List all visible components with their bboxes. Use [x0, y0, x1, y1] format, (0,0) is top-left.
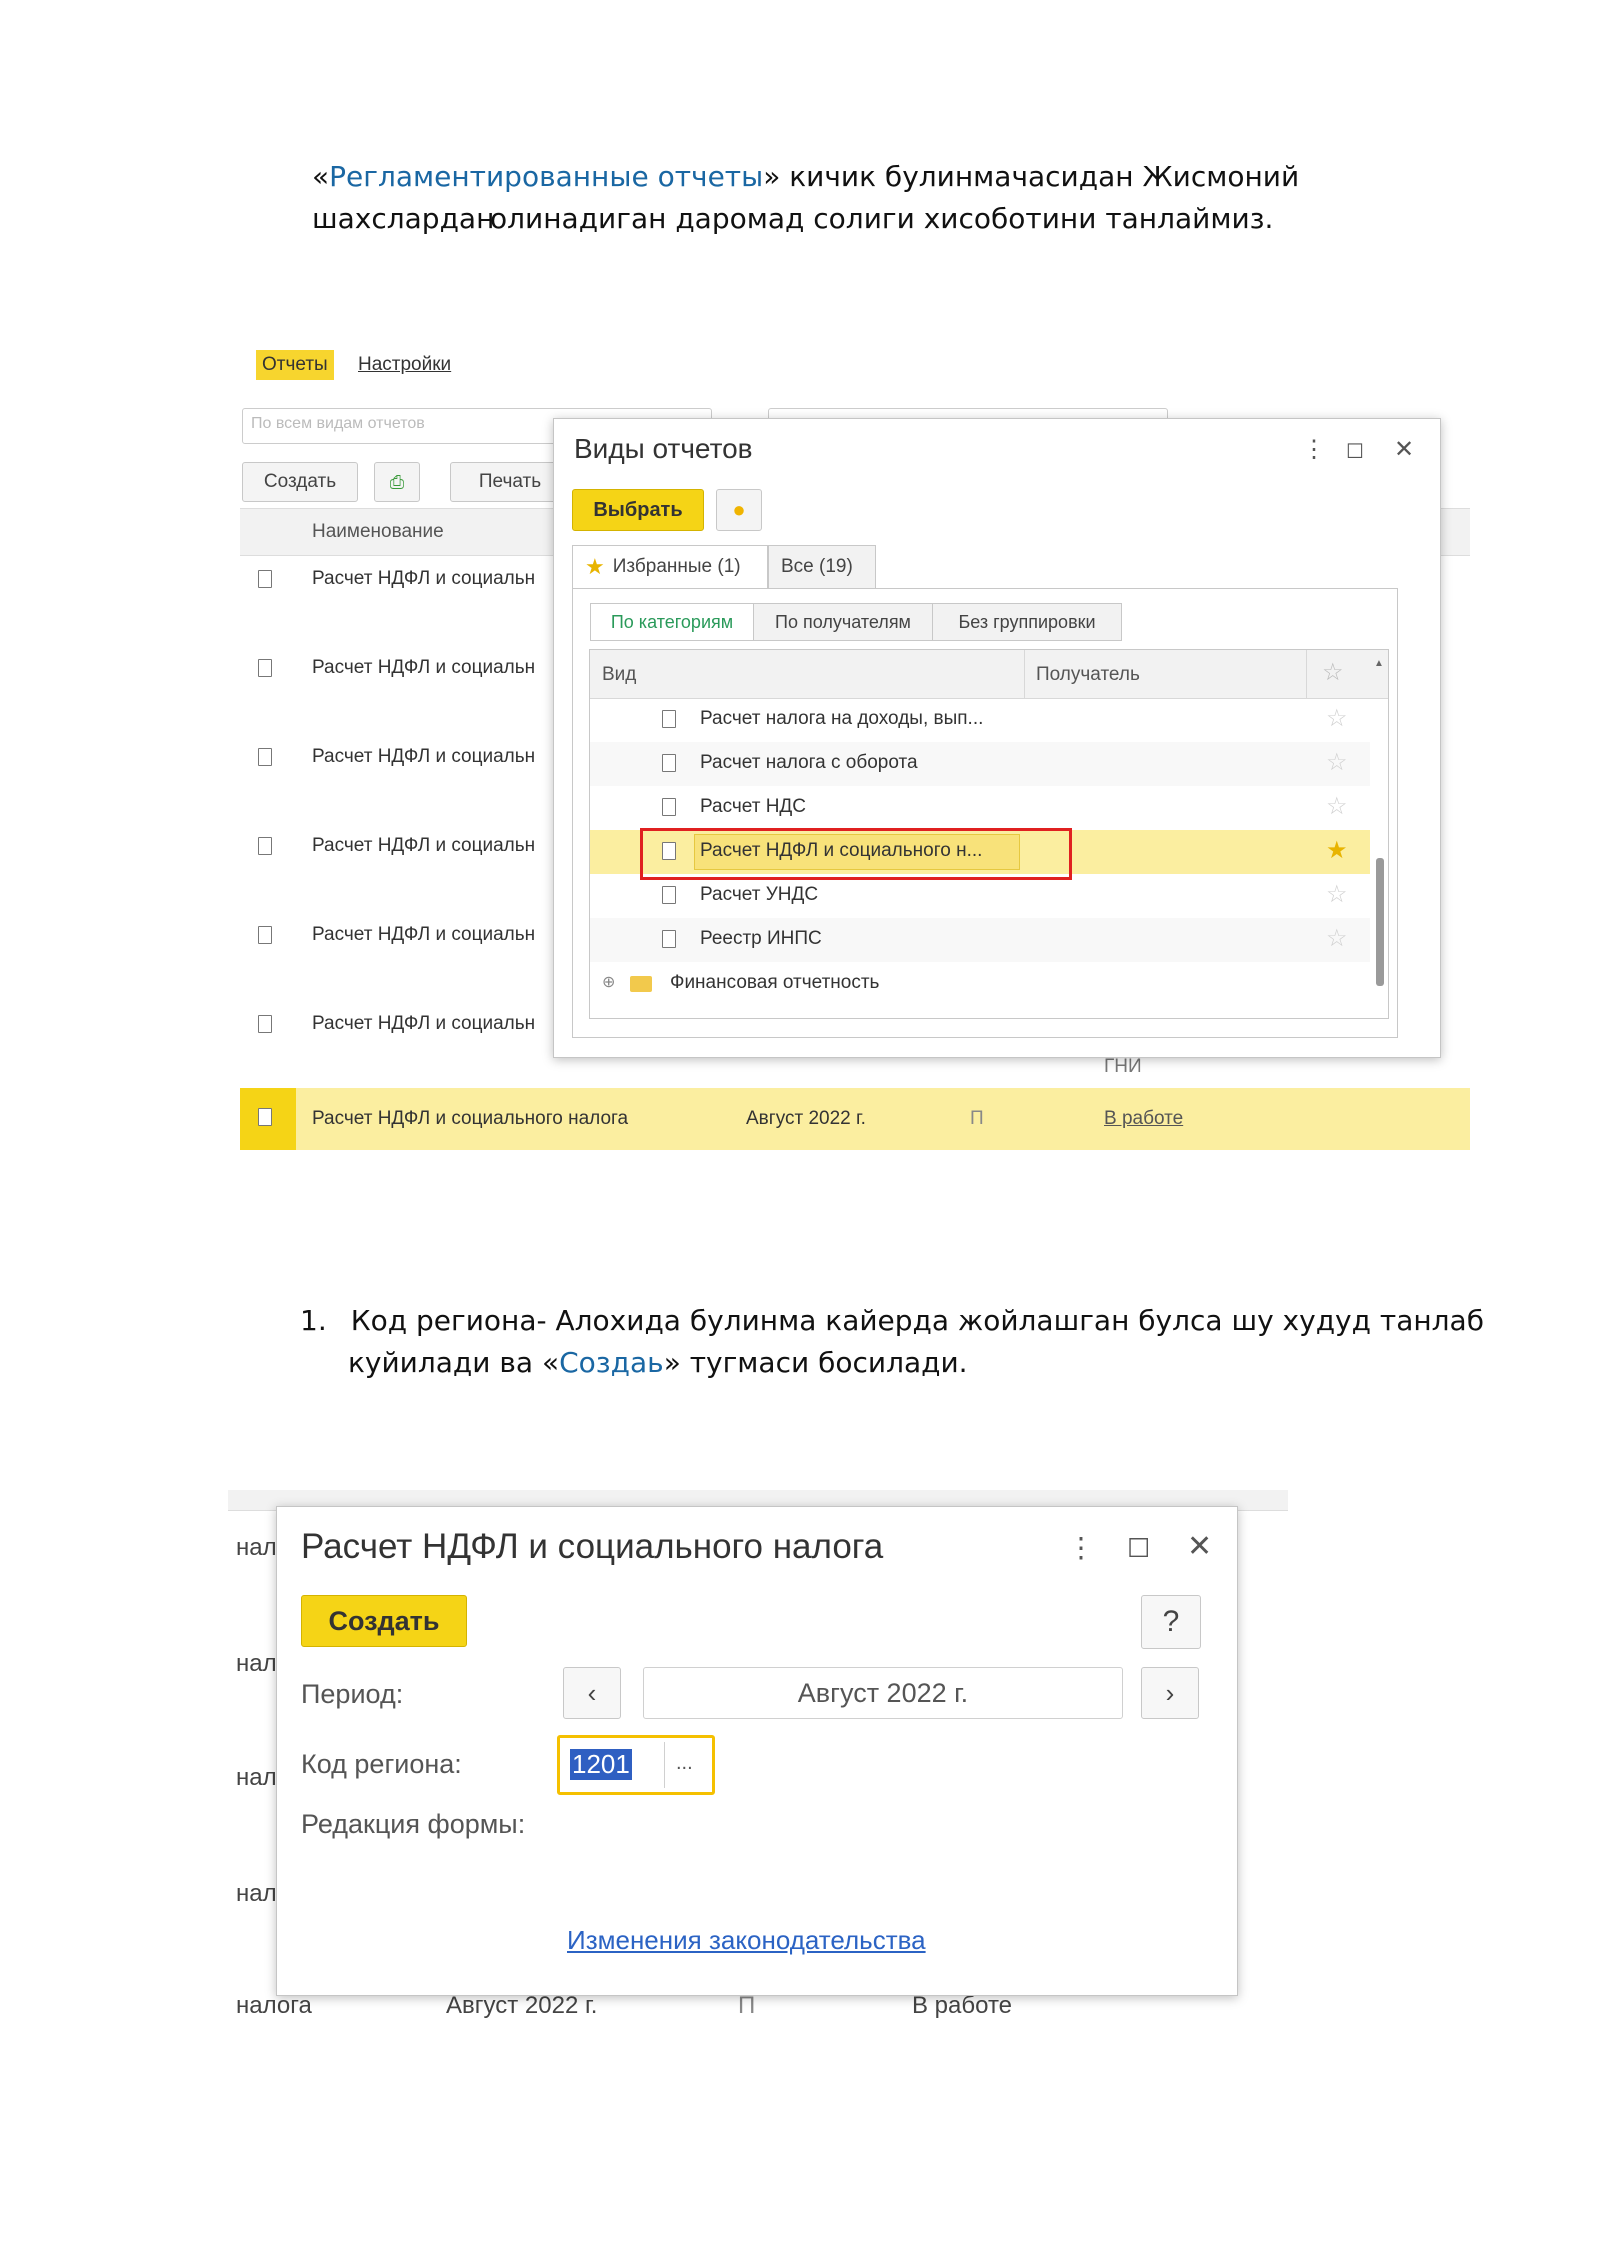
document-icon: [258, 659, 272, 677]
export-icon[interactable]: ⎙: [374, 462, 420, 502]
scroll-up-icon[interactable]: ▲: [1374, 658, 1384, 669]
star-icon[interactable]: ☆: [1326, 704, 1348, 733]
tab-settings[interactable]: Настройки: [352, 350, 457, 380]
column-divider: [1306, 650, 1307, 698]
group-by-category[interactable]: По категориям: [590, 603, 754, 641]
star-icon[interactable]: ☆: [1326, 748, 1348, 777]
grid-row-selected[interactable]: Расчет НДФЛ и социального н... ★: [590, 828, 1370, 880]
background-cell: нал: [236, 1650, 277, 1677]
grid-header: Вид Получатель ☆: [590, 650, 1388, 699]
tab-reports[interactable]: Отчеты: [256, 350, 334, 380]
background-cell: П: [738, 1992, 756, 2019]
star-icon[interactable]: ☆: [1326, 792, 1348, 821]
list-item-selected[interactable]: Расчет НДФЛ и социального налога Август …: [240, 1088, 1470, 1150]
grid-row[interactable]: Расчет налога с оборота ☆: [590, 742, 1370, 786]
grid-row[interactable]: Расчет налога на доходы, вып... ☆: [590, 698, 1370, 742]
region-code-value[interactable]: 1201: [570, 1749, 632, 1780]
star-icon: ★: [585, 554, 605, 579]
period-next-button[interactable]: ›: [1141, 1667, 1199, 1719]
intro-line-2: олинадиган даромад солиги хисоботини тан…: [490, 202, 1274, 235]
star-icon[interactable]: ☆: [1326, 880, 1348, 909]
region-choose-button[interactable]: ...: [676, 1752, 693, 1775]
background-cell: налога: [236, 1992, 312, 2019]
favorite-toggle-icon[interactable]: ●: [716, 489, 762, 531]
help-button[interactable]: ?: [1141, 1595, 1201, 1649]
document-icon: [662, 886, 676, 904]
background-cell: нал: [236, 1880, 277, 1907]
close-icon[interactable]: ✕: [1394, 435, 1414, 464]
background-cell: нал: [236, 1534, 277, 1561]
close-icon[interactable]: ✕: [1187, 1529, 1212, 1564]
status-link[interactable]: В работе: [1104, 1108, 1183, 1130]
no-grouping[interactable]: Без группировки: [932, 603, 1122, 641]
create-link-text: Создаь: [559, 1346, 664, 1379]
background-cell: В работе: [912, 1992, 1013, 2019]
dialog-title: Виды отчетов: [574, 433, 753, 464]
create-button[interactable]: Создать: [242, 462, 358, 502]
period-field[interactable]: Август 2022 г.: [643, 1667, 1123, 1719]
star-filled-icon[interactable]: ★: [1326, 836, 1348, 865]
maximize-icon[interactable]: ☐: [1127, 1533, 1150, 1564]
tab-favorites[interactable]: ★ Избранные (1): [572, 545, 768, 589]
recipient-text: ГНИ: [1104, 1056, 1142, 1077]
create-button[interactable]: Создать: [301, 1595, 467, 1647]
document-icon: [662, 798, 676, 816]
more-icon[interactable]: ⋮: [1067, 1531, 1095, 1564]
print-button[interactable]: Печать: [450, 462, 570, 502]
reports-link-text: Регламентированные отчеты: [329, 160, 764, 193]
scroll-thumb[interactable]: [1376, 858, 1384, 986]
highlight-frame: [640, 828, 1072, 880]
column-name: Наименование: [312, 521, 444, 542]
region-code-divider: [664, 1742, 665, 1788]
document-icon: [662, 754, 676, 772]
grid-row[interactable]: Расчет НДС ☆: [590, 786, 1370, 830]
report-types-grid: Вид Получатель ☆ Расчет налога на доходы…: [589, 649, 1389, 1019]
screenshot-create-report: нал нал нал нал налога Август 2022 г. П …: [228, 1490, 1298, 2020]
document-icon: [258, 570, 272, 588]
document-icon: [662, 710, 676, 728]
legislation-changes-link[interactable]: Изменения законодательства: [567, 1925, 926, 1956]
group-by-recipient[interactable]: По получателям: [753, 603, 933, 641]
star-icon[interactable]: ☆: [1326, 924, 1348, 953]
period-label: Период:: [301, 1679, 404, 1709]
document-icon: [662, 930, 676, 948]
region-code-label: Код региона:: [301, 1749, 462, 1779]
period-prev-button[interactable]: ‹: [563, 1667, 621, 1719]
document-icon: [258, 748, 272, 766]
form-edition-label: Редакция формы:: [301, 1809, 526, 1839]
screenshot-reports: Отчеты Настройки По всем видам отчетов С…: [240, 330, 1490, 1160]
create-report-dialog: Расчет НДФЛ и социального налога ⋮ ☐ ✕ С…: [276, 1506, 1238, 1996]
document-icon: [258, 837, 272, 855]
column-recipient: Получатель: [1036, 664, 1140, 685]
expand-icon[interactable]: ⊕: [602, 972, 615, 992]
scrollbar[interactable]: ▲: [1374, 658, 1384, 1008]
dialog-title: Расчет НДФЛ и социального налога: [301, 1527, 884, 1566]
grid-row[interactable]: Реестр ИНПС ☆: [590, 918, 1370, 962]
grid-row[interactable]: Расчет УНДС ☆: [590, 874, 1370, 918]
maximize-icon[interactable]: ☐: [1346, 439, 1364, 464]
folder-row[interactable]: ⊕ Финансовая отчетность: [590, 962, 1370, 1006]
step-1-line-2: куйилади ва «Создаь» тугмаси босилади.: [348, 1346, 968, 1379]
column-divider: [1024, 650, 1025, 698]
more-icon[interactable]: ⋮: [1302, 435, 1326, 464]
region-code-field[interactable]: 1201 ...: [557, 1735, 715, 1795]
background-cell: нал: [236, 1764, 277, 1791]
step-1-line-1: 1. Код региона- Алохида булинма кайерда ж…: [300, 1304, 1484, 1337]
document-icon: [258, 926, 272, 944]
select-button[interactable]: Выбрать: [572, 489, 704, 531]
favorite-column-icon[interactable]: ☆: [1322, 658, 1344, 687]
report-types-dialog: Виды отчетов ⋮ ☐ ✕ Выбрать ● ★ Избранные…: [553, 418, 1441, 1058]
tab-all[interactable]: Все (19): [768, 545, 876, 589]
background-cell: Август 2022 г.: [446, 1992, 598, 2019]
column-type: Вид: [602, 664, 637, 685]
document-icon: [258, 1015, 272, 1033]
document-icon: [258, 1108, 272, 1126]
folder-icon: [630, 976, 652, 992]
